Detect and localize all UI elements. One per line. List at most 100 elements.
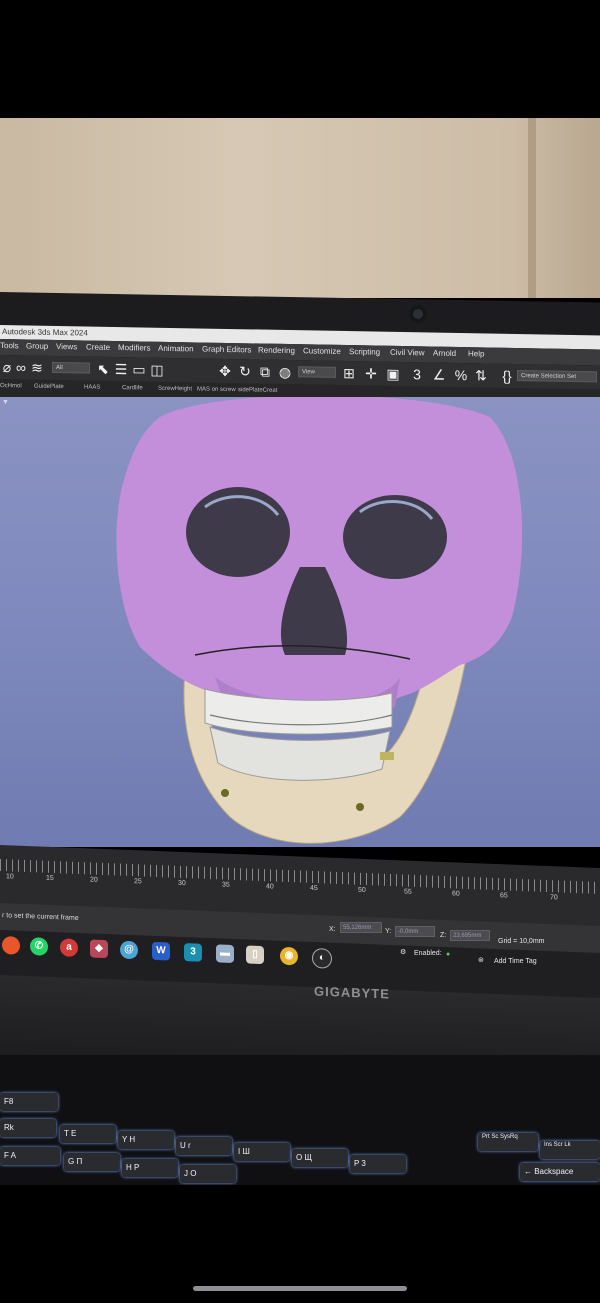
window-crossing-icon[interactable]: ◫ [150,362,164,378]
timeline-tick-label: 20 [90,876,98,884]
x-coord-field[interactable]: 55,126mm [340,922,382,933]
ribbon-tab-ochmol[interactable]: OcHmol [0,383,22,389]
screw-marker-left [221,789,229,797]
menu-create[interactable]: Create [86,343,110,352]
key: Rk [0,1119,56,1137]
z-coord-field[interactable]: 23,695mm [450,930,490,941]
time-tag-icon: ⊛ [478,957,484,964]
word-icon[interactable]: W [152,941,170,961]
ribbon-tab-screwheight[interactable]: ScrewHeight [158,386,192,393]
timeline-tick-label: 60 [452,890,460,898]
percent-snap-icon[interactable]: % [454,367,468,383]
key: Prt Sc SysRq [478,1133,538,1151]
add-time-tag-button[interactable]: Add Time Tag [494,958,537,965]
ribbon-tab-haas[interactable]: HAAS [84,384,100,390]
bind-space-warp-icon[interactable]: ≋ [30,360,44,376]
menu-help[interactable]: Help [468,349,484,358]
menu-civil-view[interactable]: Civil View [390,348,425,358]
enabled-label: Enabled: [414,950,442,957]
timeline-tick-label: 15 [46,874,54,883]
key: T E [60,1125,116,1143]
menu-arnold[interactable]: Arnold [433,349,456,358]
spinner-snap-icon[interactable]: ⇅ [474,367,488,383]
key: U r [176,1137,232,1155]
timeline-tick-label: 70 [550,894,558,902]
edit-named-selection-icon[interactable]: {} [500,368,514,384]
enabled-icon: ⚙ [400,949,407,956]
y-coord-field[interactable]: -0,0mm [395,926,435,937]
menu-views[interactable]: Views [56,342,77,351]
rotate-icon[interactable]: ↻ [238,363,252,379]
y-coord-label: Y: [385,928,392,935]
app-icon-drive[interactable]: ▬ [216,944,234,963]
ribbon-tab-cardlife[interactable]: Cardlife [122,385,143,391]
enabled-dot-icon[interactable]: ● [446,951,450,958]
scale-icon[interactable]: ⧉ [258,364,272,380]
home-indicator[interactable] [193,1286,407,1291]
app-icon-red[interactable]: a [60,938,78,957]
menu-customize[interactable]: Customize [303,346,341,356]
webcam [409,305,427,323]
move-icon[interactable]: ✥ [218,363,232,379]
keyboard: F8 Rk T E Y H U r I Ш O Щ P 3 F A G П H … [0,1055,600,1185]
x-coord-label: X: [329,926,336,933]
key: ← Backspace [520,1163,600,1181]
3d-viewport[interactable]: ▼ [0,397,600,847]
key: F A [0,1147,60,1165]
ribbon-tab-guideplate[interactable]: GuidePlate [34,384,64,391]
ribbon-tab-sideplatecreat[interactable]: sidePlateCreat [238,387,277,394]
menu-animation[interactable]: Animation [158,344,194,354]
link-icon[interactable]: ⌀ [0,359,14,375]
photo-scene: Autodesk 3ds Max 2024 Tools Group Views … [0,0,600,1303]
app-icon-swirl[interactable]: @ [120,940,138,960]
select-object-icon[interactable]: ⬉ [96,361,110,377]
ribbon-tab-mas-on-screw[interactable]: MAS on screw [197,386,236,393]
angle-snap-icon[interactable]: ∠ [432,367,446,383]
menu-modifiers[interactable]: Modifiers [118,343,150,353]
3dsmax-icon[interactable]: 3 [184,943,202,962]
snaps-toggle-icon[interactable]: 3 [410,366,424,382]
app-icon-file[interactable]: ▯ [246,945,264,965]
wall-seam [528,118,536,298]
obs-icon[interactable]: ◐ [312,947,332,969]
key: P 3 [350,1155,406,1173]
key: H P [122,1159,178,1177]
viewport-filter-icon[interactable]: ▼ [2,399,9,406]
selection-filter-dropdown[interactable]: All [52,361,90,374]
pivot-icon[interactable]: ⊞ [342,365,356,381]
key: I Ш [234,1143,290,1161]
key: Y H [118,1131,174,1149]
timeline-tick-label: 35 [222,881,230,889]
menu-group[interactable]: Group [26,341,48,350]
app-icon-cube[interactable]: ◆ [90,939,108,959]
skull-model[interactable] [0,397,600,847]
menu-graph-editors[interactable]: Graph Editors [202,345,251,355]
key: G П [64,1153,120,1171]
create-selection-set-dropdown[interactable]: Create Selection Set [517,370,597,383]
place-icon[interactable]: ◍ [278,364,292,380]
right-eye-socket [343,495,447,579]
timeline-tick-label: 50 [358,886,366,895]
menu-rendering[interactable]: Rendering [258,346,295,356]
status-message: r to set the current frame [2,912,79,923]
rectangle-selection-icon[interactable]: ▭ [132,361,146,377]
menu-tools[interactable]: Tools [0,341,19,350]
select-manipulate-icon[interactable]: ✛ [364,365,378,381]
key: O Щ [292,1149,348,1167]
keyboard-shortcut-override-icon[interactable]: ▣ [386,366,400,382]
unlink-icon[interactable]: ∞ [14,359,28,375]
chrome-icon[interactable]: ◉ [280,946,298,966]
z-coord-label: Z: [440,932,447,939]
reference-coordinate-dropdown[interactable]: View [298,366,336,378]
key: Ins Scr Lk [540,1141,600,1159]
window-title: Autodesk 3ds Max 2024 [2,327,88,338]
select-by-name-icon[interactable]: ☰ [114,361,128,377]
background-wall [0,118,600,298]
left-eye-socket [186,487,290,577]
timeline-tick-label: 45 [310,884,318,893]
firefox-icon[interactable] [2,936,20,955]
menu-scripting[interactable]: Scripting [349,347,380,357]
whatsapp-icon[interactable]: ✆ [30,937,48,956]
timeline-tick-label: 40 [266,883,274,891]
key: J O [180,1165,236,1183]
